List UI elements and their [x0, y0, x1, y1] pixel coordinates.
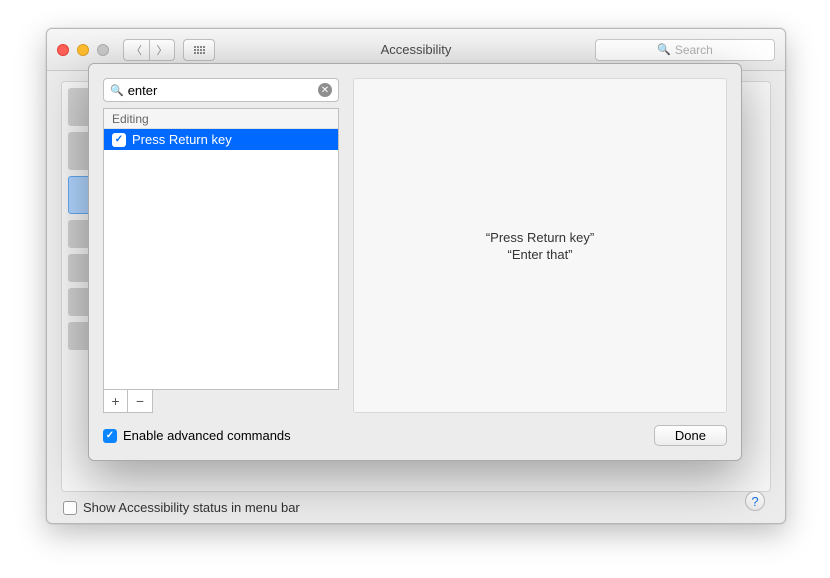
add-button[interactable]: + [104, 390, 128, 412]
enable-advanced-checkbox[interactable]: ✓ [103, 429, 117, 443]
chevron-left-icon: 〈 [131, 42, 142, 58]
show-all-button[interactable] [183, 39, 215, 61]
show-status-label: Show Accessibility status in menu bar [83, 500, 300, 515]
list-item[interactable]: ✓ Press Return key [104, 129, 338, 150]
commands-sheet: 🔍 ✕ Editing ✓ Press Return key + − “Pres… [88, 63, 742, 461]
forward-button[interactable]: 〉 [149, 39, 175, 61]
nav-buttons: 〈 〉 [123, 39, 175, 61]
clear-search-icon[interactable]: ✕ [318, 83, 332, 97]
check-icon[interactable]: ✓ [112, 133, 126, 147]
close-button[interactable] [57, 44, 69, 56]
search-placeholder: Search [675, 43, 713, 57]
detail-panel: “Press Return key” “Enter that” [353, 78, 727, 413]
enable-advanced-label: Enable advanced commands [123, 428, 291, 443]
left-column: 🔍 ✕ Editing ✓ Press Return key + − [103, 78, 339, 413]
list-header: Editing [104, 109, 338, 129]
minimize-button[interactable] [77, 44, 89, 56]
search-input[interactable] [124, 83, 318, 98]
detail-line: “Press Return key” [486, 230, 594, 245]
show-status-checkbox[interactable] [63, 501, 77, 515]
help-button[interactable]: ? [745, 491, 765, 511]
sheet-columns: 🔍 ✕ Editing ✓ Press Return key + − “Pres… [103, 78, 727, 413]
maximize-button [97, 44, 109, 56]
grid-icon [194, 46, 205, 54]
sheet-search[interactable]: 🔍 ✕ [103, 78, 339, 102]
search-icon: 🔍 [657, 43, 671, 56]
chevron-right-icon: 〉 [157, 42, 168, 58]
remove-button[interactable]: − [128, 390, 152, 412]
titlebar-search[interactable]: 🔍 Search [595, 39, 775, 61]
list-item-label: Press Return key [132, 132, 232, 147]
commands-list[interactable]: Editing ✓ Press Return key [103, 108, 339, 390]
back-button[interactable]: 〈 [123, 39, 149, 61]
traffic-lights [57, 44, 109, 56]
detail-line: “Enter that” [507, 247, 572, 262]
help-icon: ? [751, 494, 758, 509]
done-button[interactable]: Done [654, 425, 727, 446]
show-status-row[interactable]: Show Accessibility status in menu bar [63, 500, 771, 515]
sheet-footer: ✓ Enable advanced commands Done [103, 425, 727, 446]
add-remove-buttons: + − [103, 390, 153, 413]
search-icon: 🔍 [110, 84, 124, 97]
